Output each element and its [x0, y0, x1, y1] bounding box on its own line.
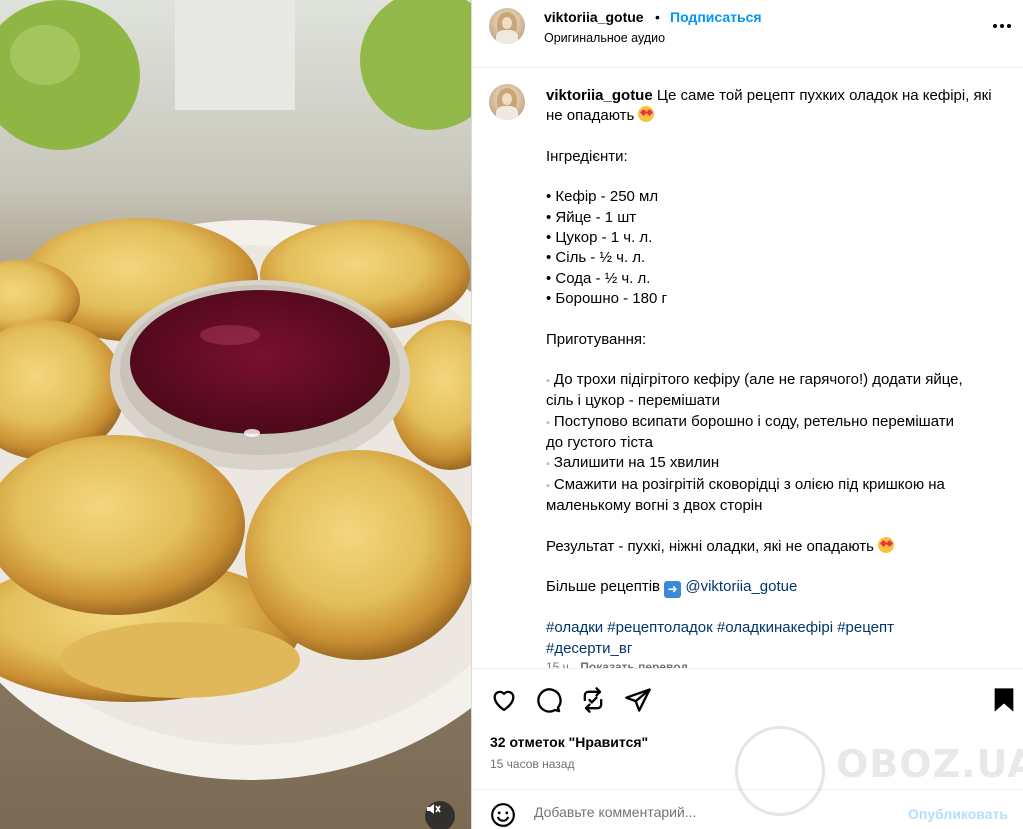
step-text: Смажити на розігрітій сковорідці з олією…	[553, 475, 945, 493]
audio-label[interactable]: Оригинальное аудио	[544, 31, 665, 45]
author-username[interactable]: viktoriia_gotue	[544, 9, 644, 25]
mute-button[interactable]	[425, 801, 455, 829]
step-text: до густого тіста	[546, 434, 654, 452]
right-arrow-emoji-icon: ➜	[664, 581, 682, 599]
post-sidebar: viktoriia_gotue • Подписаться Оригинальн…	[471, 0, 1023, 829]
post-media[interactable]	[0, 0, 471, 829]
caption-area: viktoriia_gotue Це саме той рецепт пухки…	[472, 68, 1023, 668]
likes-count[interactable]: 32 отметок "Нравится"	[490, 734, 648, 750]
ingredient-item: • Яйце - 1 шт	[546, 208, 637, 226]
caption-avatar[interactable]	[489, 84, 525, 120]
step-text: маленькому вогні з двох сторін	[546, 496, 763, 514]
separator-dot: •	[655, 9, 660, 25]
author-avatar[interactable]	[489, 8, 525, 44]
ingredient-item: • Цукор - 1 ч. л.	[546, 229, 653, 247]
publish-button[interactable]: Опубликовать	[908, 806, 1008, 822]
step-text: Поступово всипати борошно і соду, ретель…	[553, 412, 954, 430]
ingredient-item: • Сода - ½ ч. л.	[546, 269, 651, 287]
result-text: Результат - пухкі, ніжні оладки, які не …	[546, 537, 874, 555]
more-options-icon[interactable]	[990, 16, 1014, 36]
save-bookmark-icon[interactable]	[990, 686, 1018, 714]
post-header: viktoriia_gotue • Подписаться Оригинальн…	[472, 0, 1023, 68]
more-recipes-text: Більше рецептів	[546, 578, 661, 596]
mention-link[interactable]: @viktoriia_gotue	[685, 578, 797, 595]
heart-eyes-emoji-icon	[638, 106, 655, 123]
method-title: Приготування:	[546, 330, 647, 348]
comment-bubble-icon[interactable]	[534, 686, 562, 714]
step-text: До трохи підігрітого кефіру (але не гаря…	[553, 371, 963, 389]
step-text: Залишити на 15 хвилин	[553, 454, 720, 472]
post-caption: viktoriia_gotue Це саме той рецепт пухки…	[546, 86, 1006, 659]
muted-speaker-icon	[427, 804, 441, 814]
hashtags[interactable]: #оладки #рецептоладок #оладкинакефірі #р…	[546, 618, 1006, 638]
bullet-sparkle-icon: ▪	[546, 479, 550, 492]
oboz-logo-icon	[735, 726, 825, 816]
ingredients-title: Інгредієнти:	[546, 147, 628, 165]
ingredient-item: • Борошно - 180 г	[546, 289, 667, 307]
follow-button[interactable]: Подписаться	[670, 9, 762, 25]
pancakes-image	[0, 0, 471, 829]
caption-username[interactable]: viktoriia_gotue	[546, 87, 653, 104]
ingredient-item: • Кефір - 250 мл	[546, 188, 659, 206]
caption-time: 15 ч.	[546, 660, 573, 668]
repost-icon[interactable]	[579, 686, 607, 714]
hashtags[interactable]: #десерти_вг	[546, 639, 1006, 659]
bullet-sparkle-icon: ▪	[546, 375, 550, 388]
bullet-sparkle-icon: ▪	[546, 458, 550, 471]
comment-input[interactable]	[534, 804, 894, 820]
emoji-picker-icon[interactable]	[490, 802, 516, 828]
translate-link[interactable]: Показать перевод	[580, 660, 688, 668]
step-text: сіль і цукор - перемішати	[546, 392, 720, 410]
watermark-text: OBOZ.UA	[836, 742, 1023, 786]
bullet-sparkle-icon: ▪	[546, 416, 550, 429]
post-timestamp[interactable]: 15 часов назад	[490, 757, 574, 771]
share-paper-plane-icon[interactable]	[624, 686, 652, 714]
caption-meta: 15 ч. Показать перевод	[546, 660, 688, 668]
like-heart-icon[interactable]	[490, 686, 518, 714]
ingredient-item: • Сіль - ½ ч. л.	[546, 249, 646, 267]
heart-eyes-emoji-icon	[878, 536, 895, 553]
